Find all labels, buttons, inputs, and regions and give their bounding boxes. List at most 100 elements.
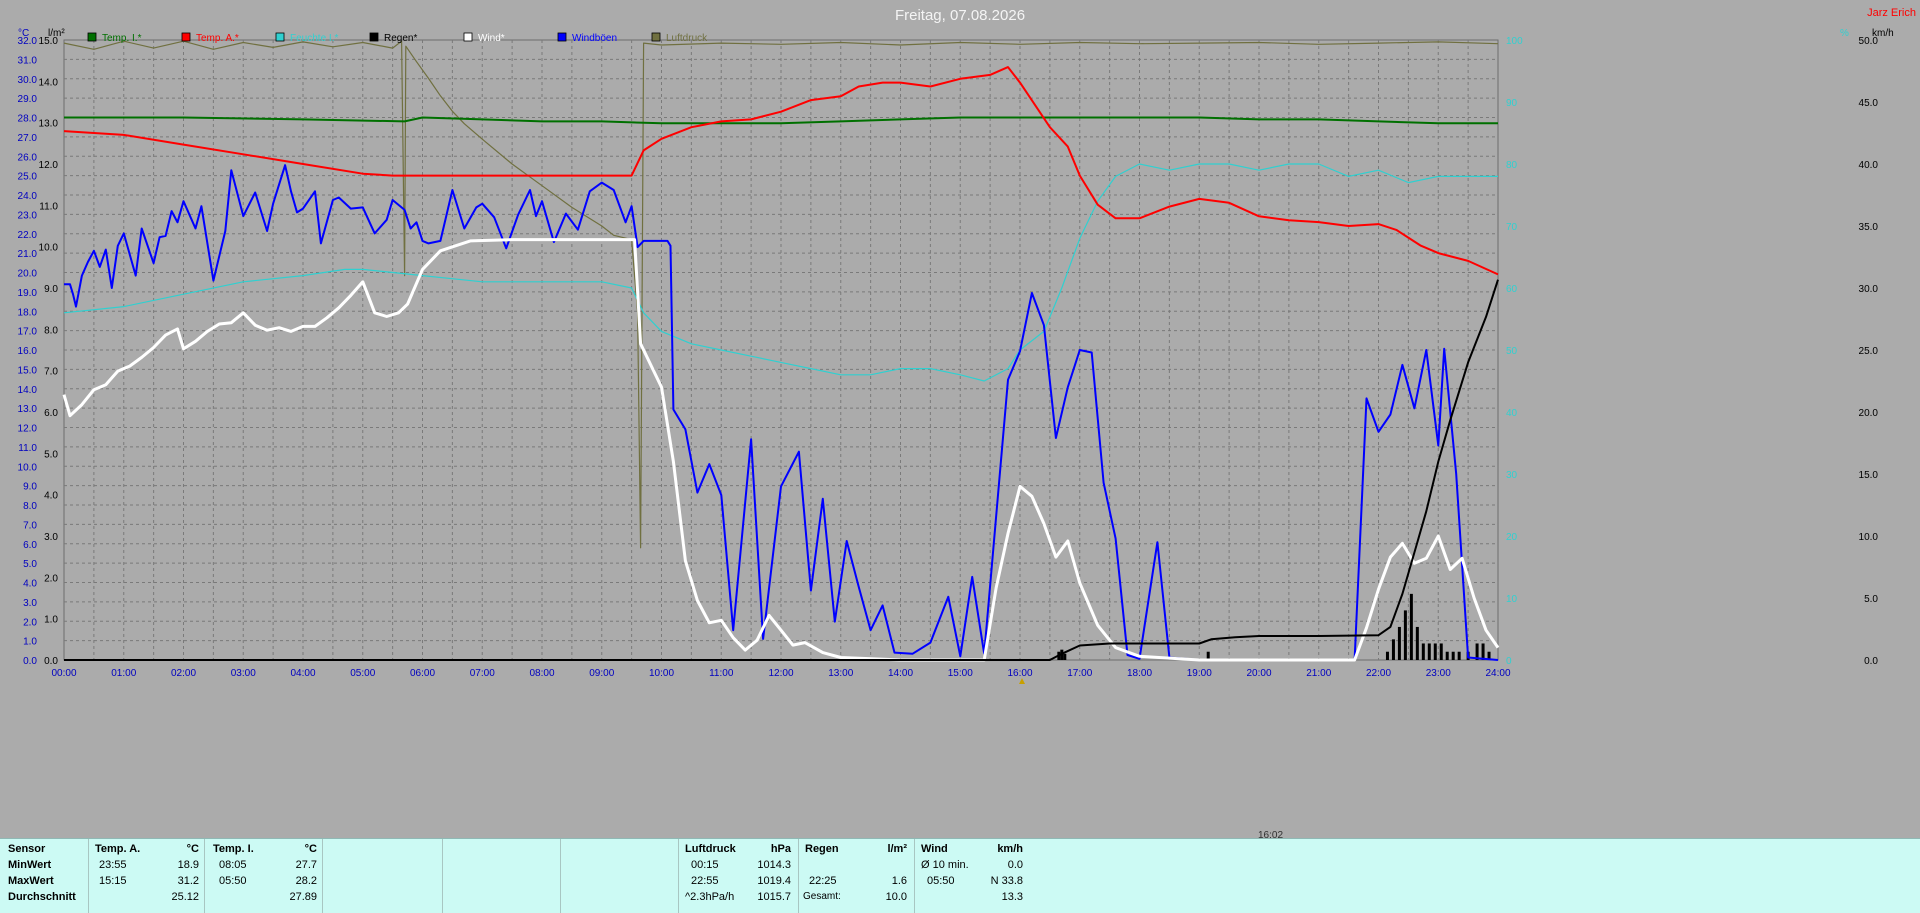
stats-row-min-label: MinWert	[8, 859, 52, 871]
time-tick-label: 06:00	[410, 668, 435, 679]
wind-tick-label: 10.0	[1859, 532, 1879, 543]
time-tick-label: 08:00	[529, 668, 554, 679]
time-tick-label: 02:00	[171, 668, 196, 679]
temp-tick-label: 16.0	[18, 346, 38, 357]
time-tick-label: 20:00	[1246, 668, 1271, 679]
rain-tick-label: 11.0	[39, 201, 58, 212]
wind-tick-label: 5.0	[1864, 594, 1878, 605]
time-tick-label: 12:00	[768, 668, 793, 679]
time-tick-label: 22:00	[1366, 668, 1391, 679]
legend-label: Temp. A.*	[196, 33, 239, 44]
stats-temp-i-min-value: 27.7	[295, 859, 317, 871]
stats-empty-section-1	[322, 839, 443, 913]
legend-label: Feuchte I.*	[290, 33, 338, 44]
rain-bar	[1403, 610, 1407, 660]
temp-tick-label: 25.0	[18, 172, 38, 183]
stats-luftdruck-trend: ^2.3hPa/h	[685, 891, 735, 903]
stats-wind-max-time: 05:50	[927, 875, 955, 887]
rain-bar	[1457, 651, 1461, 660]
humidity-tick-label: 10	[1506, 594, 1518, 605]
stats-wind-unit: km/h	[997, 843, 1023, 855]
temp-tick-label: 19.0	[18, 288, 38, 299]
unit-label-pct: %	[1840, 28, 1849, 39]
stats-wind-header: Wind	[921, 843, 948, 855]
time-tick-label: 21:00	[1306, 668, 1331, 679]
stats-luftdruck-max-value: 1019.4	[757, 875, 791, 887]
wind-tick-label: 0.0	[1864, 656, 1878, 667]
rain-tick-label: 0.0	[44, 656, 58, 667]
temp-tick-label: 13.0	[18, 404, 38, 415]
unit-label-wind: km/h	[1872, 28, 1894, 39]
rain-tick-label: 6.0	[44, 408, 58, 419]
wind-tick-label: 15.0	[1859, 470, 1879, 481]
stats-temp-a-header: Temp. A.	[95, 843, 141, 855]
humidity-tick-label: 70	[1506, 222, 1518, 233]
stats-temp-a-max-value: 31.2	[177, 875, 199, 887]
stats-empty-section-3	[560, 839, 679, 913]
stats-luftdruck-min-time: 00:15	[691, 859, 719, 871]
stats-wind-current-value: 0.0	[1007, 859, 1023, 871]
time-tick-label: 23:00	[1426, 668, 1451, 679]
stats-luftdruck-max-time: 22:55	[691, 875, 719, 887]
legend-swatch	[369, 32, 379, 42]
rain-tick-label: 12.0	[39, 160, 59, 171]
time-tick-label: 04:00	[290, 668, 315, 679]
stats-regen-header: Regen	[805, 843, 839, 855]
stats-temp-a-unit: °C	[186, 843, 199, 855]
temp-tick-label: 14.0	[18, 385, 38, 396]
legend-swatch	[87, 32, 97, 42]
humidity-tick-label: 0	[1506, 656, 1512, 667]
stats-temp-i-max-value: 28.2	[295, 875, 317, 887]
time-tick-label: 01:00	[111, 668, 136, 679]
stats-luftdruck-unit: hPa	[770, 843, 791, 855]
rain-tick-label: 3.0	[44, 532, 58, 543]
stats-sensor-header: Sensor	[8, 843, 46, 855]
stats-temp-a-section: Temp. A. °C 23:55 18.9 15:15 31.2 25.12	[88, 839, 205, 913]
stats-temp-i-avg-value: 27.89	[289, 891, 317, 903]
stats-regen-max-value: 1.6	[891, 875, 907, 887]
stats-temp-i-header: Temp. I.	[213, 843, 254, 855]
humidity-tick-label: 40	[1506, 408, 1518, 419]
stats-row-avg-label: Durchschnitt	[8, 891, 76, 903]
legend-swatch	[557, 32, 567, 42]
stats-wind-section: Wind km/h Ø 10 min. 0.0 05:50 N 33.8 13.…	[914, 839, 1031, 913]
humidity-tick-label: 90	[1506, 98, 1518, 109]
rain-bar	[1409, 593, 1413, 660]
temp-tick-label: 2.0	[23, 617, 37, 628]
time-tick-label: 17:00	[1067, 668, 1092, 679]
stats-temp-i-section: Temp. I. °C 08:05 27.7 05:50 28.2 27.89	[204, 839, 323, 913]
stats-wind-avg-value: 13.3	[1001, 891, 1023, 903]
rain-bar	[1385, 651, 1389, 660]
temp-tick-label: 9.0	[23, 482, 37, 493]
legend-label: Temp. I.*	[102, 33, 142, 44]
rain-bar	[1427, 643, 1431, 660]
rain-bar	[1481, 643, 1485, 660]
rain-bar	[1451, 651, 1455, 660]
temp-tick-label: 20.0	[18, 269, 38, 280]
rain-tick-label: 8.0	[44, 325, 58, 336]
stats-wind-max-value: N 33.8	[990, 875, 1023, 887]
time-tick-label: 10:00	[649, 668, 674, 679]
time-tick-label: 11:00	[709, 668, 734, 679]
temp-tick-label: 15.0	[18, 365, 38, 376]
legend-label: Windböen	[572, 33, 617, 44]
temp-tick-label: 6.0	[23, 540, 37, 551]
stats-regen-max-time: 22:25	[809, 875, 837, 887]
stats-empty-section-2	[442, 839, 561, 913]
stats-luftdruck-avg-value: 1015.7	[757, 891, 791, 903]
temp-tick-label: 4.0	[23, 579, 37, 590]
temp-tick-label: 11.0	[18, 443, 37, 454]
stats-temp-a-min-value: 18.9	[177, 859, 199, 871]
stats-luftdruck-section: Luftdruck hPa 00:15 1014.3 22:55 1019.4 …	[678, 839, 799, 913]
rain-bar	[1439, 643, 1443, 660]
temp-tick-label: 1.0	[23, 637, 37, 648]
time-tick-label: 15:00	[948, 668, 973, 679]
credit-label: Jarz Erich	[1867, 7, 1916, 19]
time-tick-label: 09:00	[589, 668, 614, 679]
temp-tick-label: 5.0	[23, 559, 37, 570]
stats-temp-a-avg-value: 25.12	[171, 891, 199, 903]
rain-tick-label: 9.0	[44, 284, 58, 295]
time-tick-label: 07:00	[470, 668, 495, 679]
rain-bar	[1433, 643, 1437, 660]
temp-tick-label: 3.0	[23, 598, 37, 609]
